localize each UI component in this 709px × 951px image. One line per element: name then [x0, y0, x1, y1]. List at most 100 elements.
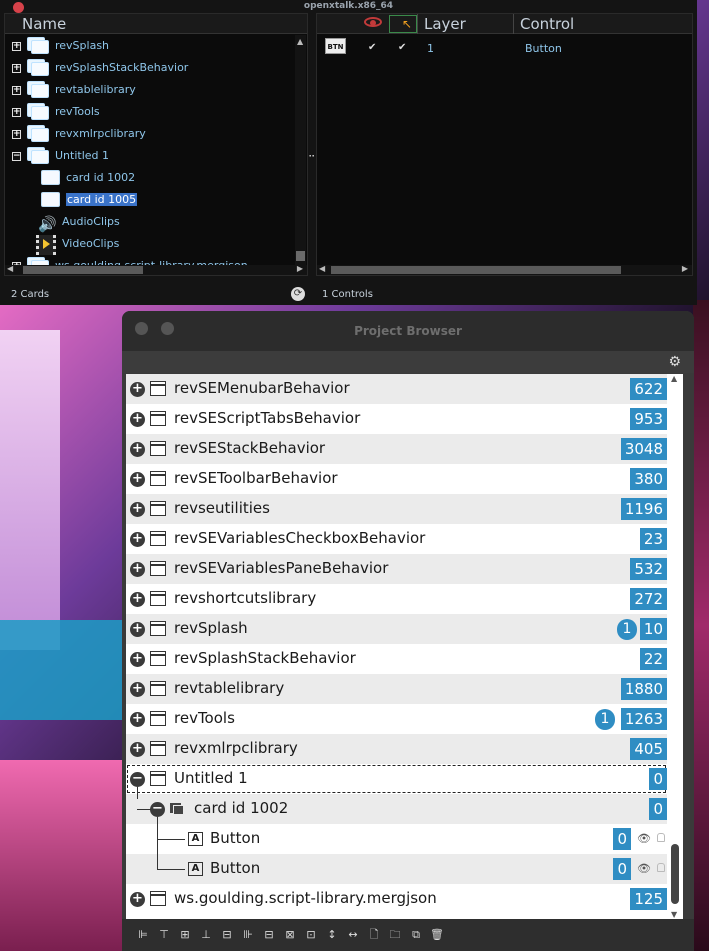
expand-icon[interactable]: + [12, 42, 21, 51]
expand-icon[interactable]: + [130, 412, 145, 427]
trash-icon[interactable]: 🗑 [430, 928, 444, 942]
expand-icon[interactable]: + [12, 64, 21, 73]
stack-row[interactable]: + revseutilities 1196 [126, 494, 667, 524]
align-center-icon[interactable]: ⊞ [178, 928, 192, 942]
align-top-icon[interactable]: ⊤ [157, 928, 171, 942]
stack-row[interactable]: + revSplashStackBehavior 22 [126, 644, 667, 674]
scroll-thumb[interactable] [671, 844, 679, 904]
script-line-count[interactable]: 1263 [620, 708, 667, 730]
width-icon[interactable]: ↔ [346, 928, 360, 942]
lock-icon[interactable] [657, 833, 665, 842]
script-line-count[interactable]: 1196 [620, 498, 667, 520]
expand-icon[interactable]: + [130, 712, 145, 727]
layer-column-header[interactable]: Layer [417, 14, 513, 34]
scroll-thumb[interactable] [331, 266, 621, 274]
expand-icon[interactable]: + [12, 130, 21, 139]
expand-icon[interactable]: + [130, 592, 145, 607]
control-column-header[interactable]: Control [513, 14, 691, 34]
stack-row[interactable]: + revxmlrpclibrary 405 [126, 734, 667, 764]
script-line-count[interactable]: 0 [613, 828, 631, 850]
script-line-count[interactable]: 3048 [620, 438, 667, 460]
tree-item[interactable]: + revTools [5, 101, 295, 123]
space-icon[interactable]: ⊠ [283, 928, 297, 942]
list-vertical-scrollbar[interactable]: ▲ ▼ [667, 374, 683, 919]
behavior-badge[interactable]: 1 [595, 709, 615, 730]
script-line-count[interactable]: 10 [639, 618, 667, 640]
expand-icon[interactable]: + [130, 892, 145, 907]
script-line-count[interactable]: 125 [630, 888, 667, 910]
scroll-left-arrow-icon[interactable]: ◀ [7, 264, 13, 273]
stack-row[interactable]: − Untitled 1 0 [126, 764, 667, 794]
stack-row[interactable]: + revSplash 10 1 [126, 614, 667, 644]
pane-splitter-handle[interactable]: ⠒ [308, 152, 315, 163]
stack-row[interactable]: + revSEStackBehavior 3048 [126, 434, 667, 464]
script-line-count[interactable]: 0 [613, 858, 631, 880]
duplicate-icon[interactable]: ⧉ [409, 928, 423, 942]
script-line-count[interactable]: 380 [630, 468, 667, 490]
scroll-up-arrow-icon[interactable]: ▲ [297, 37, 303, 46]
tree-item[interactable]: + revtablelibrary [5, 79, 295, 101]
stack-row[interactable]: + revshortcutslibrary 272 [126, 584, 667, 614]
expand-icon[interactable]: + [130, 622, 145, 637]
expand-icon[interactable]: + [130, 502, 145, 517]
scroll-right-arrow-icon[interactable]: ▶ [297, 264, 303, 273]
collapse-icon[interactable]: − [150, 802, 165, 817]
scroll-right-arrow-icon[interactable]: ▶ [682, 264, 688, 273]
tree-item[interactable]: + revSplash [5, 35, 295, 57]
visibility-column-eye-icon[interactable] [359, 15, 387, 33]
scroll-thumb[interactable] [23, 266, 143, 274]
arrange-icon[interactable]: ⊡ [304, 928, 318, 942]
tree-item[interactable]: 🔊 AudioClips [5, 211, 295, 233]
script-line-count[interactable]: 405 [630, 738, 667, 760]
script-line-count[interactable]: 0 [649, 798, 667, 820]
expand-icon[interactable]: + [130, 652, 145, 667]
expand-icon[interactable]: + [12, 86, 21, 95]
expand-icon[interactable]: + [130, 382, 145, 397]
collapse-icon[interactable]: − [12, 152, 21, 161]
open-folder-icon[interactable]: 🗀 [388, 928, 402, 942]
card-row[interactable]: − card id 1002 0 [126, 794, 667, 824]
align-left-icon[interactable]: ⊫ [136, 928, 150, 942]
expand-icon[interactable]: + [130, 742, 145, 757]
stack-row[interactable]: + revSEVariablesCheckboxBehavior 23 [126, 524, 667, 554]
gear-icon[interactable]: ⚙ [668, 354, 681, 370]
height-icon[interactable]: ↕ [325, 928, 339, 942]
script-line-count[interactable]: 622 [630, 378, 667, 400]
stack-row[interactable]: + revtablelibrary 1880 [126, 674, 667, 704]
tree-horizontal-scrollbar[interactable]: ◀ ▶ [5, 264, 307, 275]
script-line-count[interactable]: 23 [639, 528, 667, 550]
stack-row[interactable]: + revSEVariablesPaneBehavior 532 [126, 554, 667, 584]
align-bottom-icon[interactable]: ⊥ [199, 928, 213, 942]
select-lock-column-icon[interactable] [389, 14, 417, 34]
new-file-icon[interactable]: 🗋 [367, 928, 381, 942]
tree-item[interactable]: card id 1005 [5, 189, 295, 211]
name-column-header[interactable]: Name [5, 14, 307, 34]
script-line-count[interactable]: 1880 [620, 678, 667, 700]
tree-item[interactable]: card id 1002 [5, 167, 295, 189]
scroll-up-arrow-icon[interactable]: ▲ [671, 374, 677, 383]
tree-vertical-scrollbar[interactable]: ▲ [295, 35, 306, 267]
stack-row[interactable]: + revSEToolbarBehavior 380 [126, 464, 667, 494]
scroll-thumb[interactable] [296, 251, 305, 261]
expand-icon[interactable]: + [130, 472, 145, 487]
distribute-v-icon[interactable]: ⊟ [262, 928, 276, 942]
stack-row[interactable]: + ws.goulding.script-library.mergjson 125 [126, 884, 667, 914]
title-bar[interactable]: Project Browser [122, 311, 694, 351]
script-line-count[interactable]: 532 [630, 558, 667, 580]
control-row[interactable]: BTN ✔ ✔ 1 Button [322, 38, 682, 60]
visible-checkmark-icon[interactable]: ✔ [368, 42, 376, 53]
tree-item[interactable]: VideoClips [5, 233, 295, 255]
expand-icon[interactable]: + [130, 682, 145, 697]
tree-item[interactable]: − Untitled 1 [5, 145, 295, 167]
expand-icon[interactable]: + [12, 108, 21, 117]
align-middle-icon[interactable]: ⊟ [220, 928, 234, 942]
expand-icon[interactable]: + [130, 562, 145, 577]
eye-icon[interactable]: 👁 [637, 862, 651, 875]
stack-row[interactable]: + revSEScriptTabsBehavior 953 [126, 404, 667, 434]
control-row[interactable]: A Button 0 👁 [126, 854, 667, 884]
script-line-count[interactable]: 22 [639, 648, 667, 670]
script-line-count[interactable]: 0 [649, 768, 667, 790]
distribute-h-icon[interactable]: ⊪ [241, 928, 255, 942]
eye-icon[interactable]: 👁 [637, 832, 651, 845]
selectable-checkmark-icon[interactable]: ✔ [398, 42, 406, 53]
